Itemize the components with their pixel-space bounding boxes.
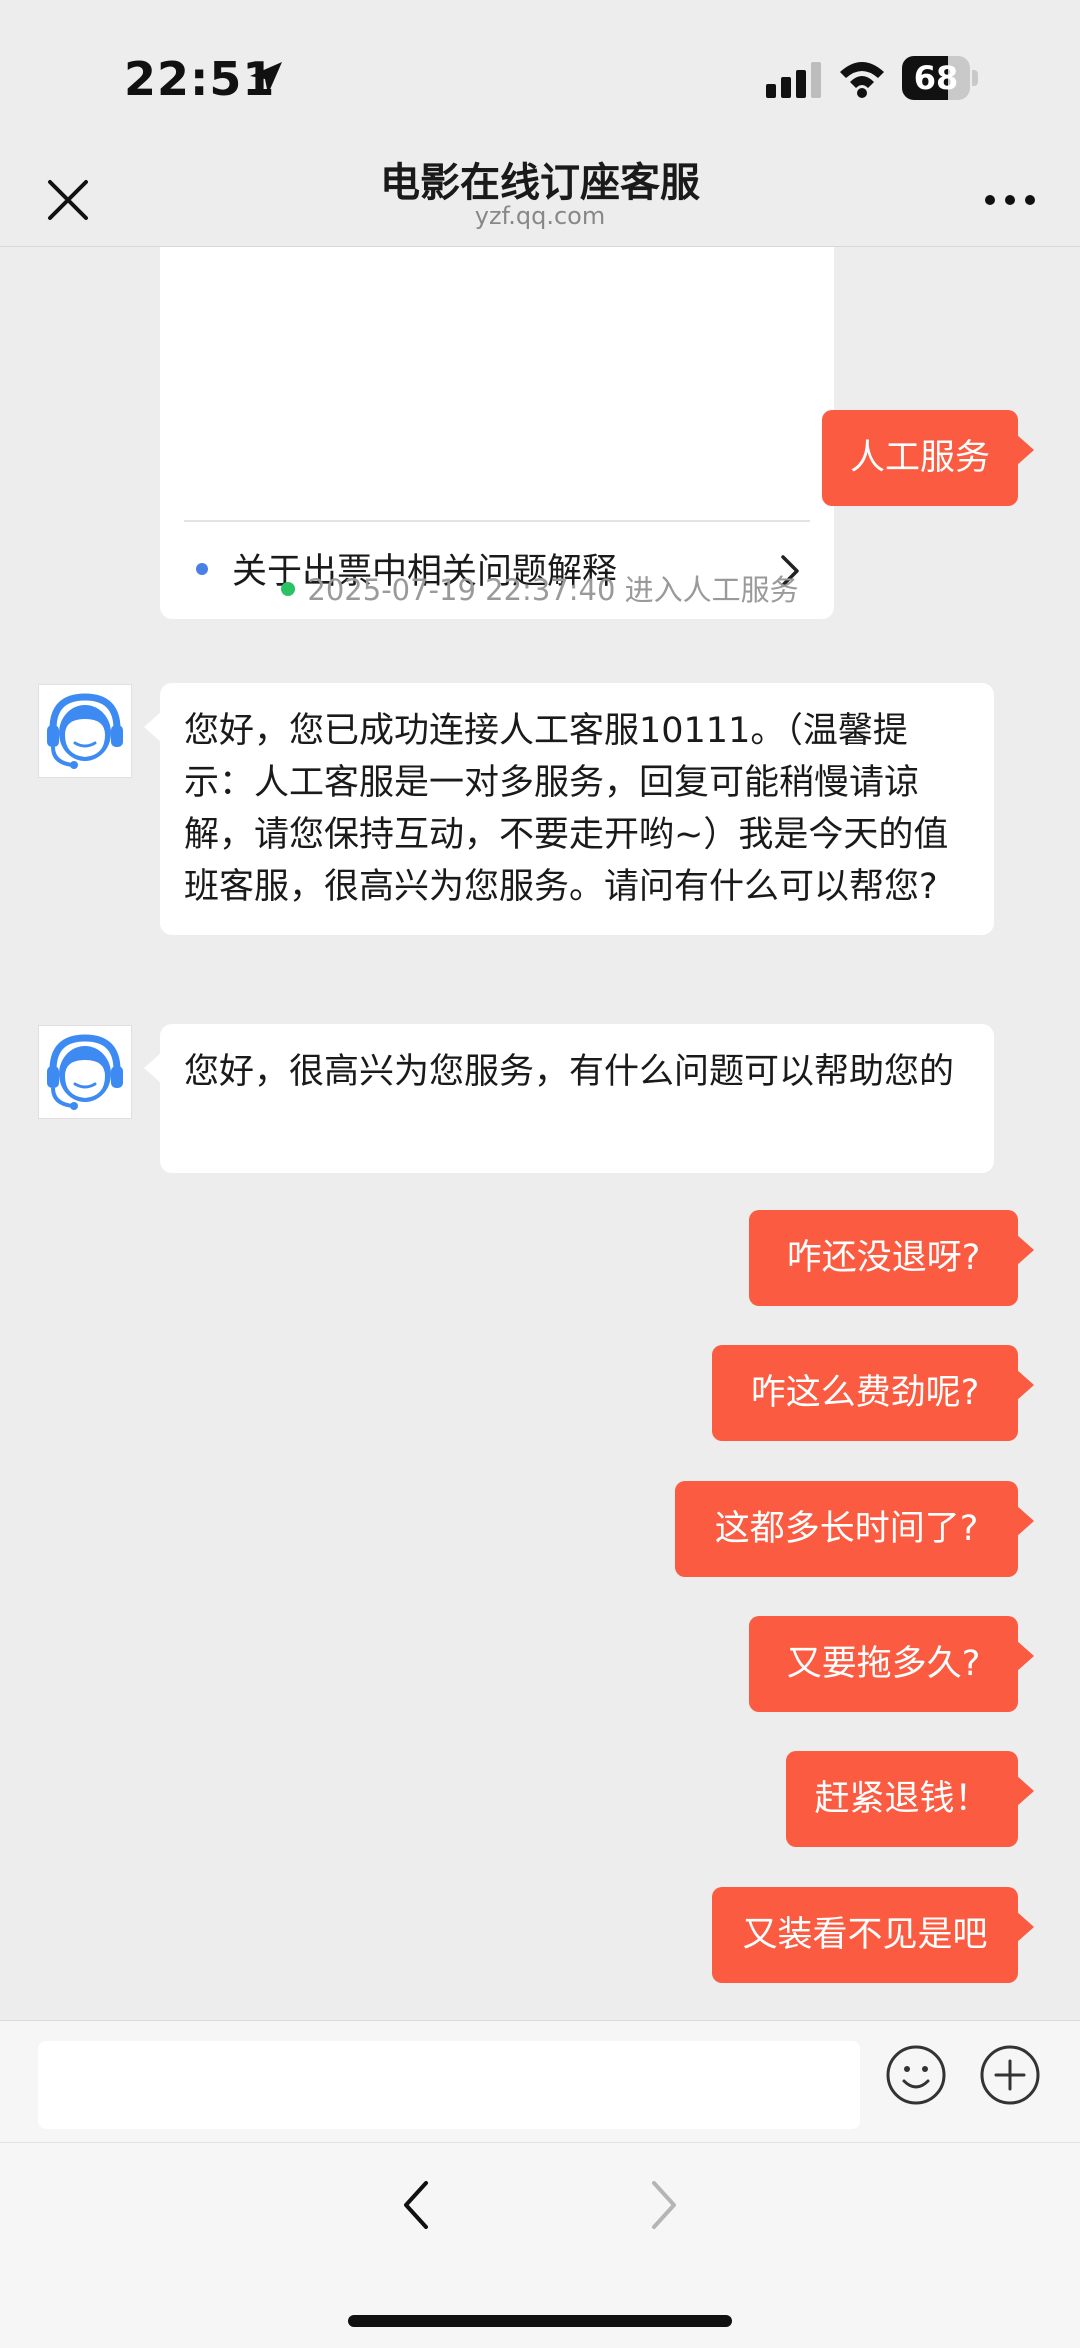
add-attachment-icon[interactable] [978,2043,1042,2107]
status-dot [281,582,296,596]
user-message-bubble: 人工服务 [822,410,1034,506]
page-title: 电影在线订座客服 [380,160,700,206]
user-message-bubble: 咋这么费劲呢? [712,1345,1034,1441]
home-indicator[interactable] [348,2315,732,2327]
agent-avatar[interactable] [38,684,132,778]
status-bar: 22:51 68 [0,0,1080,140]
user-message-bubble: 赶紧退钱！ [786,1751,1034,1847]
emoji-icon[interactable] [884,2043,948,2107]
agent-message-bubble: 您好，很高兴为您服务，有什么问题可以帮助您的 [144,1024,994,1173]
location-arrow-icon [250,62,282,94]
support-agent-icon [47,1034,123,1110]
nav-bar: 电影在线订座客服 yzf.qq.com [0,140,1080,247]
close-icon[interactable] [36,168,100,232]
user-message-bubble: 这都多长时间了? [675,1481,1034,1577]
message-input-bar [0,2020,1080,2143]
system-time-notice: 2025-07-19 22:37:40 进入人工服务 [0,567,1080,609]
system-time-text: 2025-07-19 22:37:40 进入人工服务 [307,573,799,607]
user-message-bubble: 咋还没退呀? [749,1210,1034,1306]
support-agent-icon [47,693,123,769]
battery-indicator: 68 [902,56,978,100]
more-options-icon[interactable] [980,180,1040,220]
browser-nav-bar [0,2142,1080,2348]
agent-avatar[interactable] [38,1025,132,1119]
menu-divider [184,520,810,522]
agent-message-bubble: 您好，您已成功连接人工客服10111。（温馨提示：人工客服是一对多服务，回复可能… [144,683,994,935]
user-message-bubble: 又装看不见是吧 [712,1887,1034,1983]
back-arrow-icon[interactable] [396,2175,436,2235]
message-input[interactable] [38,2041,860,2129]
user-message-bubble: 又要拖多久? [749,1616,1034,1712]
chat-area[interactable]: 关于出票中相关问题解释 人工服务 2025-07-19 22:37:40 进入人… [0,247,1080,2019]
battery-percent: 68 [913,59,959,97]
page-domain: yzf.qq.com [474,202,606,230]
forward-arrow-icon[interactable] [644,2175,684,2235]
wifi-icon [840,62,884,98]
cellular-signal-icon [766,62,821,98]
